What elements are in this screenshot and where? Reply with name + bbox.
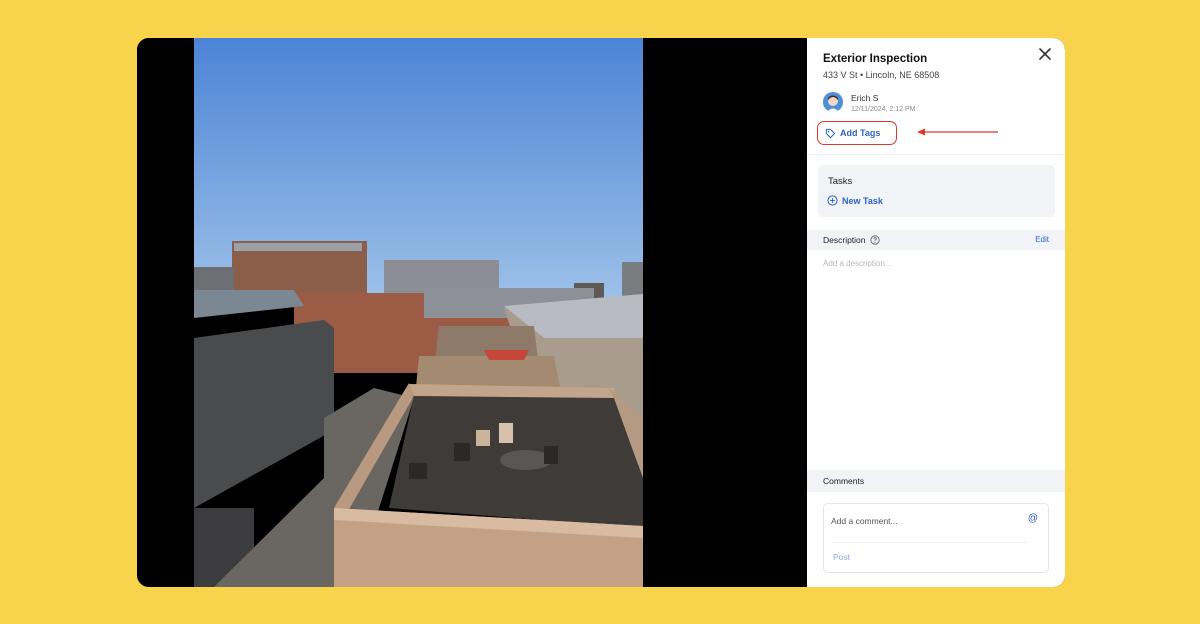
comment-input[interactable] (831, 512, 1021, 530)
description-field[interactable]: Add a description... (823, 259, 891, 268)
inspection-modal: Exterior Inspection 433 V St • Lincoln, … (137, 38, 1065, 587)
new-task-button[interactable]: New Task (827, 195, 883, 206)
rooftop-photo-illustration (194, 38, 643, 587)
details-panel: Exterior Inspection 433 V St • Lincoln, … (807, 38, 1065, 587)
avatar (823, 92, 843, 112)
inspection-address: 433 V St • Lincoln, NE 68508 (823, 70, 940, 80)
description-edit-button[interactable]: Edit (1035, 235, 1049, 244)
new-task-label: New Task (842, 195, 883, 206)
plus-circle-icon (827, 195, 838, 206)
comments-header: Comments (807, 470, 1065, 492)
at-icon[interactable]: @ (1028, 513, 1038, 524)
add-tags-label: Add Tags (840, 128, 881, 138)
inspection-title: Exterior Inspection (823, 53, 928, 65)
tasks-title: Tasks (828, 176, 853, 187)
description-title: Description (823, 235, 866, 245)
comment-box: @ Post (823, 503, 1049, 573)
inspection-photo[interactable] (194, 38, 643, 587)
post-button[interactable]: Post (833, 552, 850, 562)
comment-divider (832, 542, 1028, 543)
tasks-section: Tasks New Task (818, 165, 1055, 217)
help-icon[interactable] (869, 235, 880, 245)
photo-viewer (137, 38, 807, 587)
close-button[interactable] (1035, 44, 1055, 64)
comments-title: Comments (823, 476, 865, 486)
author-name: Erich S (851, 93, 879, 103)
description-header: Description Edit (807, 230, 1065, 250)
description-title-wrap: Description (823, 235, 880, 245)
arrow-annotation-icon (917, 128, 998, 136)
author-timestamp: 12/11/2024, 2:12 PM (851, 106, 916, 113)
close-icon[interactable] (1035, 44, 1055, 64)
user-avatar-icon (823, 92, 843, 112)
section-divider (807, 154, 1065, 155)
tag-icon (825, 128, 836, 138)
add-tags-button[interactable]: Add Tags (817, 121, 897, 145)
